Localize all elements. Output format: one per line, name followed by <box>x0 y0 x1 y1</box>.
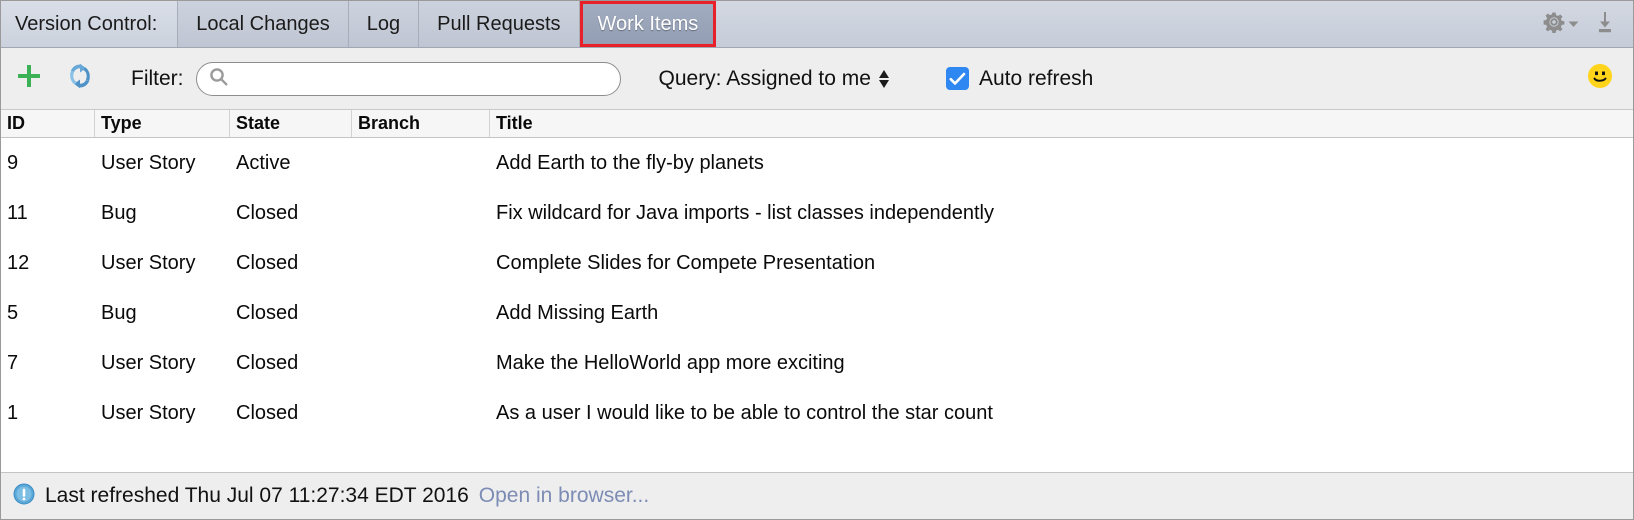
cell-title: Complete Slides for Compete Presentation <box>496 251 876 274</box>
cell-state: Closed <box>236 201 299 224</box>
cell-state: Closed <box>236 251 299 274</box>
cell-title: Fix wildcard for Java imports - list cla… <box>496 201 994 224</box>
tab-log-label: Log <box>366 12 401 35</box>
work-items-table-body: 9 User Story Active Add Earth to the fly… <box>1 138 1633 472</box>
tab-work-items-label: Work Items <box>597 12 699 35</box>
table-row[interactable]: 7 User Story Closed Make the HelloWorld … <box>1 338 1633 388</box>
table-row[interactable]: 12 User Story Closed Complete Slides for… <box>1 238 1633 288</box>
status-bar: Last refreshed Thu Jul 07 11:27:34 EDT 2… <box>1 472 1633 519</box>
tab-pull-requests-label: Pull Requests <box>437 12 561 35</box>
hide-panel-button[interactable] <box>1593 10 1617 39</box>
refresh-button[interactable] <box>65 61 95 96</box>
auto-refresh-checkbox[interactable] <box>945 67 969 90</box>
open-in-browser-link[interactable]: Open in browser... <box>479 484 649 508</box>
table-row[interactable]: 9 User Story Active Add Earth to the fly… <box>1 138 1633 188</box>
cell-state: Active <box>236 151 291 174</box>
work-items-toolbar: Filter: Query: Assigned to me Auto refre… <box>1 48 1633 110</box>
query-select[interactable]: Query: Assigned to me <box>659 67 890 91</box>
cell-title: Add Earth to the fly-by planets <box>496 151 764 174</box>
query-select-label: Query: Assigned to me <box>658 66 871 90</box>
cell-state: Closed <box>236 351 299 374</box>
tab-local-changes-label: Local Changes <box>196 12 330 35</box>
plus-icon <box>15 62 43 95</box>
cell-state: Closed <box>236 301 299 324</box>
info-icon <box>13 483 35 510</box>
panel-title: Version Control: <box>1 1 179 47</box>
cell-type: Bug <box>101 201 137 224</box>
cell-type: User Story <box>101 251 196 274</box>
column-header-id[interactable]: ID <box>1 110 95 137</box>
add-work-item-button[interactable] <box>15 62 43 95</box>
auto-refresh-control[interactable]: Auto refresh <box>945 66 1094 91</box>
cell-title: As a user I would like to be able to con… <box>496 401 993 424</box>
cell-id: 5 <box>7 301 19 324</box>
cell-id: 11 <box>7 201 28 224</box>
chevron-down-icon <box>1568 15 1579 33</box>
last-refreshed-text: Last refreshed Thu Jul 07 11:27:34 EDT 2… <box>45 484 469 507</box>
cell-type: User Story <box>101 351 196 374</box>
filter-label: Filter: <box>131 66 184 90</box>
cell-type: User Story <box>101 401 196 424</box>
table-row[interactable]: 1 User Story Closed As a user I would li… <box>1 388 1633 438</box>
cell-id: 7 <box>7 351 19 374</box>
cell-title: Add Missing Earth <box>496 301 659 324</box>
tab-bar-actions <box>1543 1 1633 47</box>
column-header-branch[interactable]: Branch <box>352 110 490 137</box>
column-header-state[interactable]: State <box>230 110 352 137</box>
tab-bar-spacer <box>716 1 1543 47</box>
tab-local-changes[interactable]: Local Changes <box>178 1 349 47</box>
cell-id: 9 <box>7 151 19 174</box>
smiley-button[interactable] <box>1587 63 1613 94</box>
gear-icon <box>1543 11 1565 38</box>
cell-type: User Story <box>101 151 196 174</box>
auto-refresh-label: Auto refresh <box>978 66 1094 90</box>
tab-log[interactable]: Log <box>348 1 420 47</box>
table-row[interactable]: 11 Bug Closed Fix wildcard for Java impo… <box>1 188 1633 238</box>
table-row[interactable]: 5 Bug Closed Add Missing Earth <box>1 288 1633 338</box>
refresh-icon <box>65 61 95 96</box>
tab-bar: Version Control: Local Changes Log Pull … <box>1 1 1633 48</box>
column-header-type[interactable]: Type <box>95 110 230 137</box>
hide-panel-icon <box>1593 10 1617 39</box>
cell-id: 12 <box>7 251 30 274</box>
cell-state: Closed <box>236 401 299 424</box>
tab-work-items[interactable]: Work Items <box>579 1 717 47</box>
column-header-title[interactable]: Title <box>490 110 1633 137</box>
settings-button[interactable] <box>1543 11 1579 38</box>
search-input[interactable] <box>233 68 610 89</box>
version-control-work-items-panel: Version Control: Local Changes Log Pull … <box>0 0 1634 520</box>
search-icon <box>209 67 228 91</box>
panel-title-label: Version Control: <box>15 12 158 35</box>
smiley-face-icon <box>1587 63 1613 94</box>
filter-search-box[interactable] <box>195 61 621 96</box>
cell-type: Bug <box>101 301 137 324</box>
tab-pull-requests[interactable]: Pull Requests <box>419 1 580 47</box>
updown-stepper-icon <box>878 69 890 88</box>
work-items-table-header: ID Type State Branch Title <box>1 110 1633 138</box>
cell-id: 1 <box>7 401 19 424</box>
cell-title: Make the HelloWorld app more exciting <box>496 351 845 374</box>
